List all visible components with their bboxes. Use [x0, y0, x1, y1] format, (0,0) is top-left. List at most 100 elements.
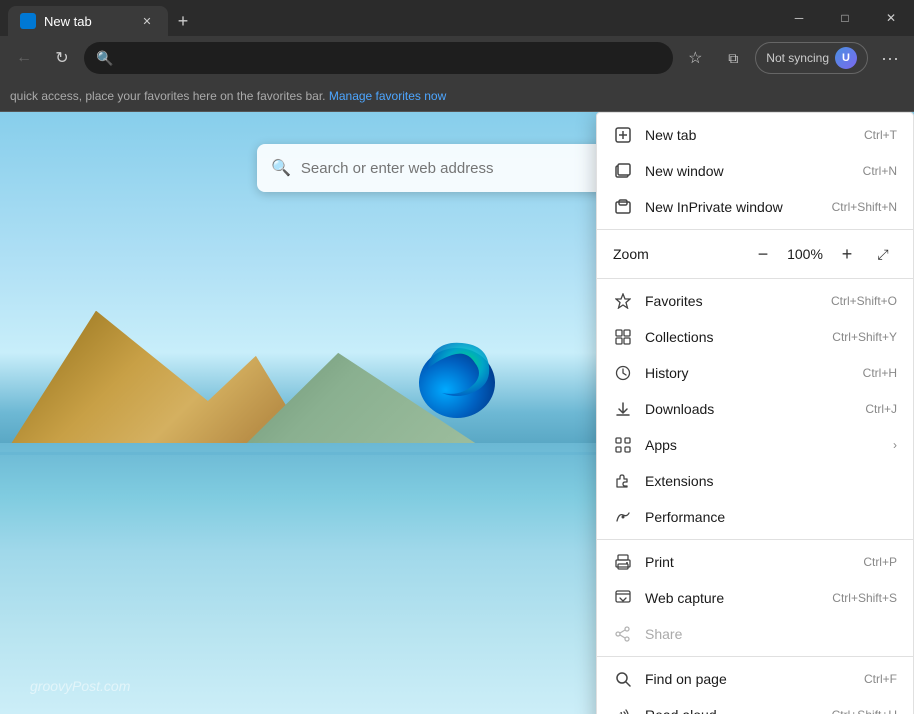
menu-item-find-on-page[interactable]: Find on page Ctrl+F — [597, 661, 913, 697]
menu-item-collections[interactable]: Collections Ctrl+Shift+Y — [597, 319, 913, 355]
new-tab-button[interactable]: + — [168, 6, 198, 36]
menu-item-apps-arrow: › — [893, 438, 897, 452]
menu-item-extensions-label: Extensions — [645, 473, 897, 489]
menu-item-print[interactable]: Print Ctrl+P — [597, 544, 913, 580]
tab-title: New tab — [44, 14, 92, 29]
menu-item-print-label: Print — [645, 554, 851, 570]
menu-item-new-tab-label: New tab — [645, 127, 852, 143]
favorites-star-button[interactable]: ☆ — [679, 42, 711, 74]
ellipsis-icon: ··· — [881, 48, 899, 69]
print-icon — [613, 552, 633, 572]
menu-item-performance[interactable]: Performance — [597, 499, 913, 535]
active-tab[interactable]: New tab ✕ — [8, 6, 168, 36]
watermark: groovyPost.com — [30, 678, 130, 694]
menu-item-new-window[interactable]: New window Ctrl+N — [597, 153, 913, 189]
refresh-icon: ↻ — [55, 48, 68, 68]
tab-close-button[interactable]: ✕ — [138, 12, 156, 30]
tab-area: New tab ✕ + — [0, 0, 198, 36]
menu-item-web-capture-label: Web capture — [645, 590, 820, 606]
menu-item-new-tab[interactable]: New tab Ctrl+T — [597, 117, 913, 153]
menu-item-extensions[interactable]: Extensions — [597, 463, 913, 499]
back-icon: ← — [16, 49, 32, 67]
read-aloud-icon: A — [613, 705, 633, 714]
zoom-row: Zoom − 100% + ⤢ — [597, 234, 913, 274]
zoom-out-button[interactable]: − — [749, 240, 777, 268]
web-capture-icon — [613, 588, 633, 608]
share-icon — [613, 624, 633, 644]
dropdown-menu: New tab Ctrl+T New window Ctrl+N New InP… — [596, 112, 914, 714]
menu-item-web-capture[interactable]: Web capture Ctrl+Shift+S — [597, 580, 913, 616]
menu-item-apps-label: Apps — [645, 437, 881, 453]
sync-label: Not syncing — [766, 51, 829, 65]
maximize-button[interactable]: □ — [822, 0, 868, 36]
zoom-value: 100% — [785, 246, 825, 262]
manage-favorites-link[interactable]: Manage favorites now — [329, 89, 446, 103]
menu-item-downloads[interactable]: Downloads Ctrl+J — [597, 391, 913, 427]
menu-item-apps[interactable]: Apps › — [597, 427, 913, 463]
menu-item-web-capture-shortcut: Ctrl+Shift+S — [832, 591, 897, 605]
menu-item-find-on-page-shortcut: Ctrl+F — [864, 672, 897, 686]
sync-button[interactable]: Not syncing U — [755, 42, 868, 74]
collections-menu-icon — [613, 327, 633, 347]
menu-item-history-shortcut: Ctrl+H — [863, 366, 897, 380]
menu-item-inprivate-shortcut: Ctrl+Shift+N — [832, 200, 897, 214]
menu-item-new-window-label: New window — [645, 163, 851, 179]
address-bar[interactable]: 🔍 — [84, 42, 673, 74]
menu-item-favorites[interactable]: Favorites Ctrl+Shift+O — [597, 283, 913, 319]
new-tab-icon — [613, 125, 633, 145]
menu-item-print-shortcut: Ctrl+P — [863, 555, 897, 569]
menu-item-collections-label: Collections — [645, 329, 820, 345]
zoom-in-button[interactable]: + — [833, 240, 861, 268]
favorites-bar-text: quick access, place your favorites here … — [10, 89, 326, 103]
menu-divider-1 — [597, 229, 913, 230]
content-search-icon: 🔍 — [271, 158, 291, 178]
close-button[interactable]: ✕ — [868, 0, 914, 36]
svg-text:A: A — [616, 710, 624, 714]
menu-divider-4 — [597, 656, 913, 657]
menu-item-share-label: Share — [645, 626, 897, 642]
window-controls: ─ □ ✕ — [776, 0, 914, 36]
star-icon: ☆ — [688, 48, 702, 68]
search-icon: 🔍 — [96, 50, 113, 67]
menu-item-downloads-shortcut: Ctrl+J — [865, 402, 897, 416]
toolbar: ← ↻ 🔍 ☆ ⧉ Not syncing U ··· — [0, 36, 914, 80]
downloads-icon — [613, 399, 633, 419]
performance-icon — [613, 507, 633, 527]
zoom-expand-button[interactable]: ⤢ — [869, 240, 897, 268]
refresh-button[interactable]: ↻ — [46, 42, 78, 74]
history-icon — [613, 363, 633, 383]
menu-item-favorites-label: Favorites — [645, 293, 819, 309]
menu-item-share[interactable]: Share — [597, 616, 913, 652]
find-on-page-icon — [613, 669, 633, 689]
browser-content: 🔍 groovyPost.com New tab Ctrl+T New wind… — [0, 112, 914, 714]
menu-item-new-window-shortcut: Ctrl+N — [863, 164, 897, 178]
address-input[interactable] — [121, 50, 661, 66]
collections-button[interactable]: ⧉ — [717, 42, 749, 74]
menu-item-read-aloud[interactable]: A Read aloud Ctrl+Shift+U — [597, 697, 913, 714]
favorites-bar: quick access, place your favorites here … — [0, 80, 914, 112]
menu-item-inprivate[interactable]: New InPrivate window Ctrl+Shift+N — [597, 189, 913, 225]
menu-item-history-label: History — [645, 365, 851, 381]
menu-item-history[interactable]: History Ctrl+H — [597, 355, 913, 391]
menu-item-downloads-label: Downloads — [645, 401, 853, 417]
apps-icon — [613, 435, 633, 455]
menu-item-read-aloud-shortcut: Ctrl+Shift+U — [832, 708, 897, 714]
minimize-button[interactable]: ─ — [776, 0, 822, 36]
settings-menu-button[interactable]: ··· — [874, 42, 906, 74]
menu-item-read-aloud-label: Read aloud — [645, 707, 820, 714]
content-search-input[interactable] — [301, 160, 643, 177]
menu-item-performance-label: Performance — [645, 509, 897, 525]
zoom-label: Zoom — [613, 246, 741, 262]
back-button[interactable]: ← — [8, 42, 40, 74]
avatar: U — [835, 47, 857, 69]
menu-item-find-on-page-label: Find on page — [645, 671, 852, 687]
edge-logo — [407, 325, 507, 425]
tab-favicon — [20, 13, 36, 29]
menu-item-inprivate-label: New InPrivate window — [645, 199, 820, 215]
inprivate-icon — [613, 197, 633, 217]
menu-item-collections-shortcut: Ctrl+Shift+Y — [832, 330, 897, 344]
extensions-icon — [613, 471, 633, 491]
menu-divider-2 — [597, 278, 913, 279]
title-bar: New tab ✕ + ─ □ ✕ — [0, 0, 914, 36]
menu-divider-3 — [597, 539, 913, 540]
